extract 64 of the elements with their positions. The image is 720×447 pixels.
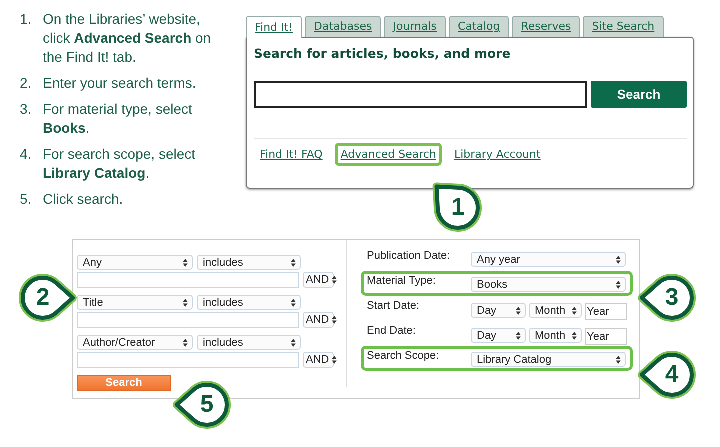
field-select[interactable]: Author/Creator	[77, 335, 193, 350]
filter-label: Publication Date:	[367, 250, 452, 262]
step-number: 2.	[20, 74, 33, 93]
link[interactable]: Advanced Search	[334, 143, 442, 166]
query-field[interactable]	[77, 312, 299, 328]
tab[interactable]: Catalog	[449, 16, 510, 37]
step-text: For material type, select Books.	[43, 100, 194, 138]
updown-arrows-icon	[572, 306, 577, 314]
updown-arrows-icon	[291, 258, 296, 266]
updown-arrows-icon	[332, 356, 338, 364]
step-text: Click search.	[43, 190, 124, 209]
month-select[interactable]: Month	[529, 303, 582, 318]
filter-label: Search Scope:	[367, 350, 440, 362]
updown-arrows-icon	[291, 338, 296, 346]
updown-arrows-icon	[616, 256, 621, 264]
link[interactable]: Library Account	[448, 143, 547, 166]
filter-label: End Date:	[367, 325, 417, 337]
filter-label: Material Type:	[367, 275, 437, 287]
updown-arrows-icon	[332, 316, 338, 324]
operator-select[interactable]: includes	[197, 295, 301, 310]
filter-label: Start Date:	[367, 300, 421, 312]
updown-arrows-icon	[183, 338, 188, 346]
tab[interactable]: Reserves	[512, 16, 580, 37]
updown-arrows-icon	[516, 332, 521, 340]
tab[interactable]: Journals	[384, 16, 446, 37]
updown-arrows-icon	[183, 298, 188, 306]
step-number: 1.	[20, 10, 33, 29]
filter-select[interactable]: Any year	[471, 252, 626, 267]
step-number: 4.	[20, 145, 33, 164]
operator-select[interactable]: includes	[197, 255, 301, 270]
query-field[interactable]	[77, 352, 299, 368]
day-select[interactable]: Day	[471, 328, 526, 343]
step-number: 3.	[20, 100, 33, 119]
updown-arrows-icon	[291, 298, 296, 306]
updown-arrows-icon	[616, 356, 621, 364]
updown-arrows-icon	[616, 280, 621, 288]
updown-arrows-icon	[516, 306, 521, 314]
year-field[interactable]: Year	[585, 328, 627, 345]
year-field[interactable]: Year	[585, 303, 627, 320]
filter-select[interactable]: Books	[471, 277, 626, 292]
operator-select[interactable]: includes	[197, 335, 301, 350]
updown-arrows-icon	[183, 258, 188, 266]
search-button[interactable]: Search	[591, 81, 687, 108]
step-text: For search scope, select Library Catalog.	[43, 145, 197, 183]
step-text: On the Libraries’ website, click Advanced Search on the Find It! tab.	[43, 10, 212, 67]
tab[interactable]: Site Search	[583, 16, 664, 37]
filter-select[interactable]: Library Catalog	[471, 352, 626, 367]
field-select[interactable]: Title	[77, 295, 193, 310]
boolean-select[interactable]: AND	[303, 312, 334, 328]
field-select[interactable]: Any	[77, 255, 193, 270]
day-select[interactable]: Day	[471, 303, 526, 318]
updown-arrows-icon	[332, 276, 338, 284]
search-field[interactable]	[254, 81, 587, 108]
step-text: Enter your search terms.	[43, 74, 198, 93]
tab[interactable]: Databases	[305, 16, 382, 37]
panel-heading: Search for articles, books, and more	[254, 46, 512, 61]
boolean-select[interactable]: AND	[303, 352, 334, 368]
updown-arrows-icon	[572, 332, 577, 340]
boolean-select[interactable]: AND	[303, 272, 334, 288]
step-number: 5.	[20, 190, 33, 209]
month-select[interactable]: Month	[529, 328, 582, 343]
query-field[interactable]	[77, 272, 299, 288]
tab[interactable]: Find It!	[246, 16, 302, 38]
link[interactable]: Find It! FAQ	[254, 143, 329, 166]
